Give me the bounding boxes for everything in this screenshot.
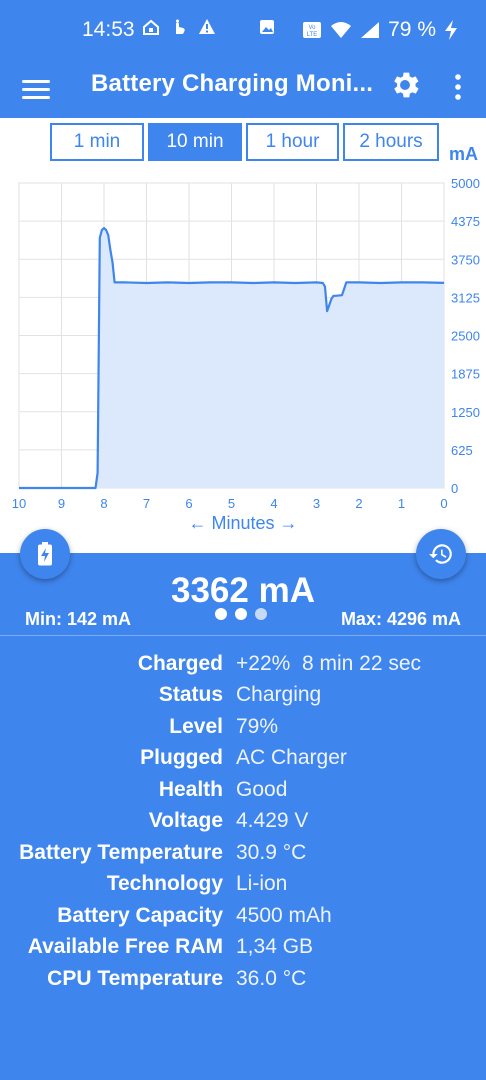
info-row-health: Health Good xyxy=(0,774,486,806)
info-label: Plugged xyxy=(140,746,223,770)
info-label: Available Free RAM xyxy=(27,935,223,959)
chart-panel: 1 min 10 min 1 hour 2 hours mA 0 625 1250 1… xyxy=(0,118,486,553)
more-options-icon[interactable] xyxy=(448,70,468,104)
menu-icon[interactable] xyxy=(22,70,50,108)
info-row-battery-temperature: Battery Temperature 30.9 °C xyxy=(0,837,486,869)
info-value: AC Charger xyxy=(236,746,347,770)
page-dot[interactable] xyxy=(235,608,247,620)
battery-percent: 79 % xyxy=(388,18,436,41)
info-row-charged: Charged +22% 8 min 22 sec xyxy=(0,648,486,680)
wifi-icon xyxy=(331,22,352,38)
system-icons: Vo LTE 79 % xyxy=(302,18,458,42)
info-label: Level xyxy=(169,714,223,738)
max-value: Max: 4296 mA xyxy=(340,609,461,629)
info-row-voltage: Voltage 4.429 V xyxy=(0,806,486,838)
y-tick-label: 4375 xyxy=(451,214,480,229)
info-row-status: Status Charging xyxy=(0,680,486,712)
info-row-cpu-temperature: CPU Temperature 36.0 °C xyxy=(0,963,486,995)
gesture-icon xyxy=(176,19,185,34)
x-tick-label: 0 xyxy=(440,496,447,511)
info-row-plugged: Plugged AC Charger xyxy=(0,743,486,775)
page-dot[interactable] xyxy=(255,608,267,620)
y-tick-label: 1875 xyxy=(451,367,480,382)
charging-mode-button[interactable] xyxy=(20,529,70,579)
info-row-level: Level 79% xyxy=(0,711,486,743)
signal-icon xyxy=(361,22,380,38)
x-tick-label: 5 xyxy=(228,496,235,511)
y-tick-label: 3750 xyxy=(451,252,480,267)
battery-charging-icon xyxy=(38,542,52,566)
svg-text:LTE: LTE xyxy=(307,32,318,38)
info-value: 4500 mAh xyxy=(236,903,332,927)
info-label: Status xyxy=(158,683,223,707)
x-tick-label: 2 xyxy=(355,496,362,511)
info-value: 1,34 GB xyxy=(236,935,314,959)
page-indicator xyxy=(215,608,267,620)
info-label: Technology xyxy=(106,872,223,896)
x-tick-label: 4 xyxy=(270,496,277,511)
y-tick-label: 0 xyxy=(451,481,458,496)
x-tick-label: 8 xyxy=(100,496,107,511)
warning-icon xyxy=(199,19,215,34)
x-tick-label: 3 xyxy=(313,496,320,511)
info-value: Charging xyxy=(236,683,322,707)
x-tick-label: 10 xyxy=(12,496,26,511)
info-label: Voltage xyxy=(148,809,223,833)
x-tick-label: 9 xyxy=(58,496,65,511)
history-button[interactable] xyxy=(416,529,466,579)
min-value: Min: 142 mA xyxy=(25,609,132,629)
current-value: 3362 mA xyxy=(171,571,315,610)
notification-icons xyxy=(142,18,276,36)
current-chart[interactable]: 0625125018752500312537504375500010 9 8 7 6 5 4… xyxy=(0,118,486,553)
charging-bolt-icon xyxy=(445,20,457,40)
info-label: CPU Temperature xyxy=(47,966,223,990)
info-value: Good xyxy=(236,777,288,801)
svg-text:Vo: Vo xyxy=(309,25,317,31)
info-label: Battery Temperature xyxy=(19,840,223,864)
info-value: +22% 8 min 22 sec xyxy=(236,651,422,675)
info-label: Charged xyxy=(137,651,223,675)
info-value: 30.9 °C xyxy=(236,840,307,864)
app-title: Battery Charging Moni... xyxy=(91,70,374,97)
info-value: 4.429 V xyxy=(236,809,309,833)
y-tick-label: 5000 xyxy=(451,176,480,191)
history-icon xyxy=(429,544,452,564)
info-label: Health xyxy=(158,777,223,801)
status-time: 14:53 xyxy=(82,18,135,41)
y-tick-label: 3125 xyxy=(451,290,480,305)
home-icon xyxy=(143,19,159,35)
info-row-battery-capacity: Battery Capacity 4500 mAh xyxy=(0,900,486,932)
volte-icon: VoLTE xyxy=(303,22,322,38)
gear-icon[interactable] xyxy=(388,68,422,102)
x-tick-label: 7 xyxy=(143,496,150,511)
battery-info-list: Charged +22% 8 min 22 sec Status Charging … xyxy=(0,648,486,995)
info-row-technology: Technology Li-ion xyxy=(0,869,486,901)
x-axis-label: ← Minutes → xyxy=(188,513,297,533)
x-tick-label: 6 xyxy=(185,496,192,511)
stats-panel: 3362 mA Min: 142 mA Max: 4296 mA Charged… xyxy=(0,553,486,1080)
info-value: Li-ion xyxy=(236,872,288,896)
info-value: 79% xyxy=(236,714,279,738)
x-tick-label: 1 xyxy=(398,496,405,511)
info-label: Battery Capacity xyxy=(57,903,223,927)
page-dot[interactable] xyxy=(215,608,227,620)
info-row-free-ram: Available Free RAM 1,34 GB xyxy=(0,932,486,964)
y-tick-label: 1250 xyxy=(451,405,480,420)
image-icon xyxy=(260,20,274,34)
y-tick-label: 625 xyxy=(451,443,473,458)
info-value: 36.0 °C xyxy=(236,966,307,990)
status-bar: 14:53 Vo LTE 79 % xyxy=(0,0,486,60)
y-tick-label: 2500 xyxy=(451,329,480,344)
divider xyxy=(0,635,486,636)
app-bar: Battery Charging Moni... xyxy=(0,60,486,118)
